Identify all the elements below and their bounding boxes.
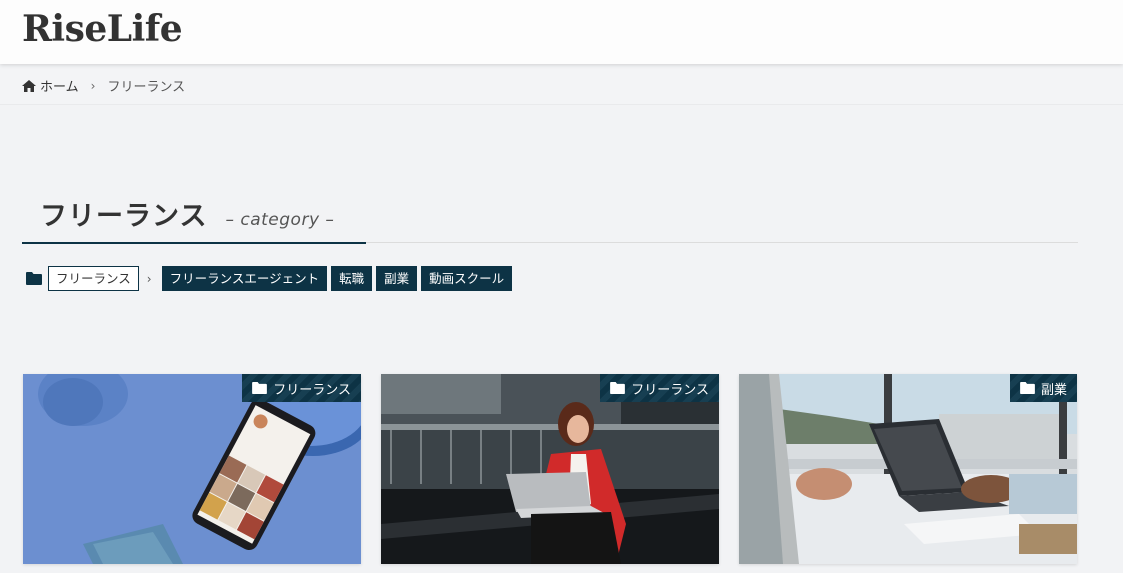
post-card[interactable]: 副業 [739, 374, 1077, 564]
category-link[interactable]: 転職 [331, 266, 373, 291]
post-card[interactable]: フリーランス [23, 374, 361, 564]
site-header: RiseLife [0, 0, 1123, 64]
site-logo[interactable]: RiseLife [22, 8, 183, 50]
card-category-label: 副業 [1040, 382, 1067, 398]
business-laptop-photo-icon [739, 374, 1077, 564]
category-link[interactable]: フリーランスエージェント [161, 266, 328, 291]
category-nav: フリーランス › フリーランスエージェント 転職 副業 動画スクール [26, 266, 516, 291]
page-title-text: フリーランス [40, 201, 208, 232]
woman-laptop-photo-icon [381, 374, 719, 564]
home-icon [22, 79, 36, 92]
folder-icon [252, 382, 268, 394]
post-card[interactable]: フリーランス [381, 374, 719, 564]
smartphone-photo-icon [23, 374, 361, 564]
card-category-badge: 副業 [1009, 374, 1077, 402]
card-category-badge: フリーランス [600, 374, 719, 402]
breadcrumb: ホーム › フリーランス [22, 76, 185, 95]
folder-icon [610, 382, 626, 394]
chevron-right-icon: › [146, 271, 152, 286]
title-divider-accent [22, 242, 366, 244]
breadcrumb-home-link[interactable]: ホーム [40, 76, 79, 95]
folder-icon [26, 272, 42, 285]
breadcrumb-bar: ホーム › フリーランス [0, 64, 1123, 105]
page-title: フリーランス – category – [40, 194, 334, 233]
card-category-label: フリーランス [273, 382, 351, 398]
folder-icon [1020, 382, 1035, 394]
page-subtitle: – category – [225, 210, 335, 230]
card-category-badge: フリーランス [242, 374, 361, 402]
chevron-right-icon: › [90, 78, 96, 93]
category-link[interactable]: 副業 [376, 266, 418, 291]
category-current[interactable]: フリーランス [48, 266, 139, 291]
card-category-label: フリーランス [631, 382, 709, 398]
category-link[interactable]: 動画スクール [421, 266, 513, 291]
breadcrumb-current: フリーランス [107, 80, 186, 95]
